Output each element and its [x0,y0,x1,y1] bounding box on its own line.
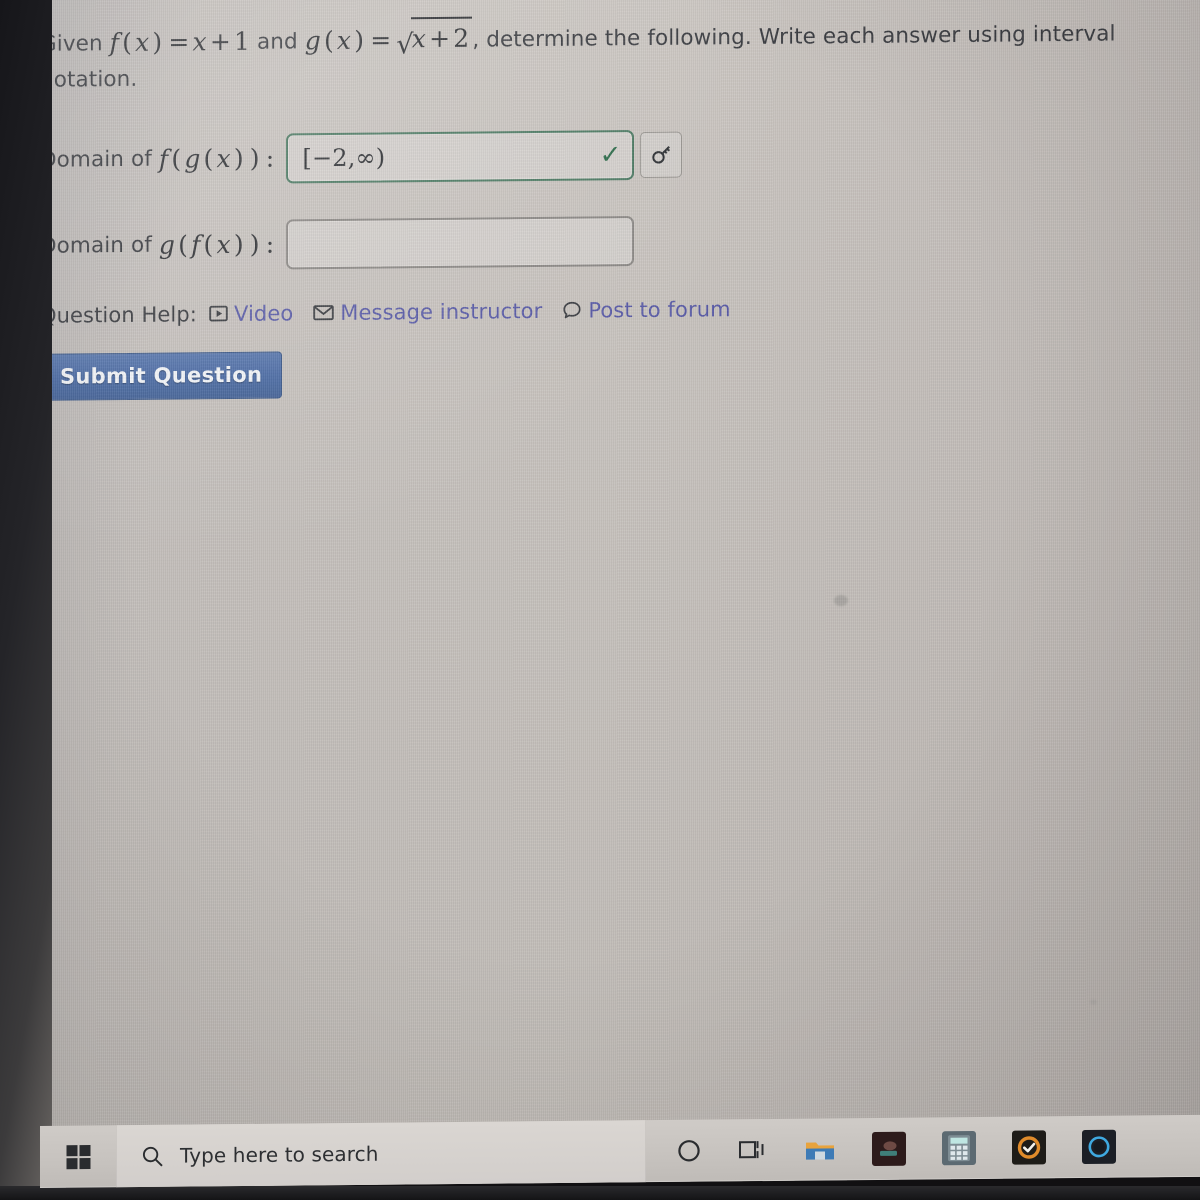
search-icon [142,1146,163,1167]
dust-speck [1090,999,1097,1005]
taskbar-search-box[interactable]: Type here to search [116,1120,646,1188]
answer-1-field-wrap: [−2,∞) ✓ [286,129,635,184]
help-link-message-instructor[interactable]: Message instructor [313,299,542,325]
question-help-label: Question Help: [40,301,197,328]
correct-check-icon: ✓ [599,139,622,171]
help-link-video-label: Video [233,301,294,326]
f-definition: f(x) = x +1 [109,26,251,58]
windows-start-icon [66,1144,90,1169]
windows-taskbar: Type here to search [40,1114,1200,1188]
help-link-video[interactable]: Video [209,301,293,326]
speech-bubble-icon [563,302,581,319]
answer-2-field-wrap [286,215,635,270]
answer-2-label-prefix: Domain of [40,232,152,259]
calculator-icon[interactable] [942,1131,976,1166]
question-help-row: Question Help: Video Message instructor [40,292,1200,328]
monitor-bezel-bottom [0,1186,1200,1200]
answer-1-label-prefix: Domain of [40,146,152,173]
dust-speck [834,595,848,607]
g-definition: g(x) = √x +2 [305,16,473,60]
math-keyboard-icon [652,145,671,164]
prompt-tail-line1: , determine the following. Write each an… [472,21,1116,53]
prompt-conjunction: and [257,29,298,55]
radical-icon: √x +2 [394,16,473,62]
help-link-forum-label: Post to forum [588,296,731,323]
answer-1-input[interactable]: [−2,∞) [286,129,635,184]
prompt-tail-line2: notation. [40,66,138,93]
cortana-circle-icon[interactable] [676,1138,702,1164]
answer-row-1: Domain of f(g(x)): [−2,∞) ✓ [40,124,1200,185]
taskbar-search-placeholder: Type here to search [180,1141,379,1168]
screen-area: Given f(x) = x +1 and g(x) = √x +2, determine … [18,0,1200,1188]
dark-app-icon[interactable] [872,1131,906,1167]
answer-2-input[interactable] [286,215,635,270]
task-view-icon[interactable] [738,1138,768,1162]
answer-row-2: Domain of g(f(x)): [40,210,1200,271]
monitor-bezel-left [0,0,52,1200]
envelope-icon [313,305,334,321]
submit-question-button[interactable]: Submit Question [40,351,283,401]
question-prompt: Given f(x) = x +1 and g(x) = √x +2, determine … [40,13,1198,98]
taskbar-items [646,1115,1200,1182]
help-link-message-label: Message instructor [340,298,543,325]
check-badge-icon[interactable] [1012,1130,1046,1165]
monitor-photo: Given f(x) = x +1 and g(x) = √x +2, determine … [0,0,1200,1200]
answer-1-label-math: f(g(x)): [158,143,275,174]
question-content: Given f(x) = x +1 and g(x) = √x +2, determine … [40,13,1200,401]
file-explorer-icon[interactable] [804,1136,836,1162]
help-link-post-to-forum[interactable]: Post to forum [562,296,731,323]
video-icon [209,305,228,322]
start-button[interactable] [40,1125,116,1188]
answer-2-label-math: g(f(x)): [158,229,275,260]
math-keyboard-icon-button[interactable] [640,131,683,178]
blue-ring-icon[interactable] [1082,1129,1116,1164]
